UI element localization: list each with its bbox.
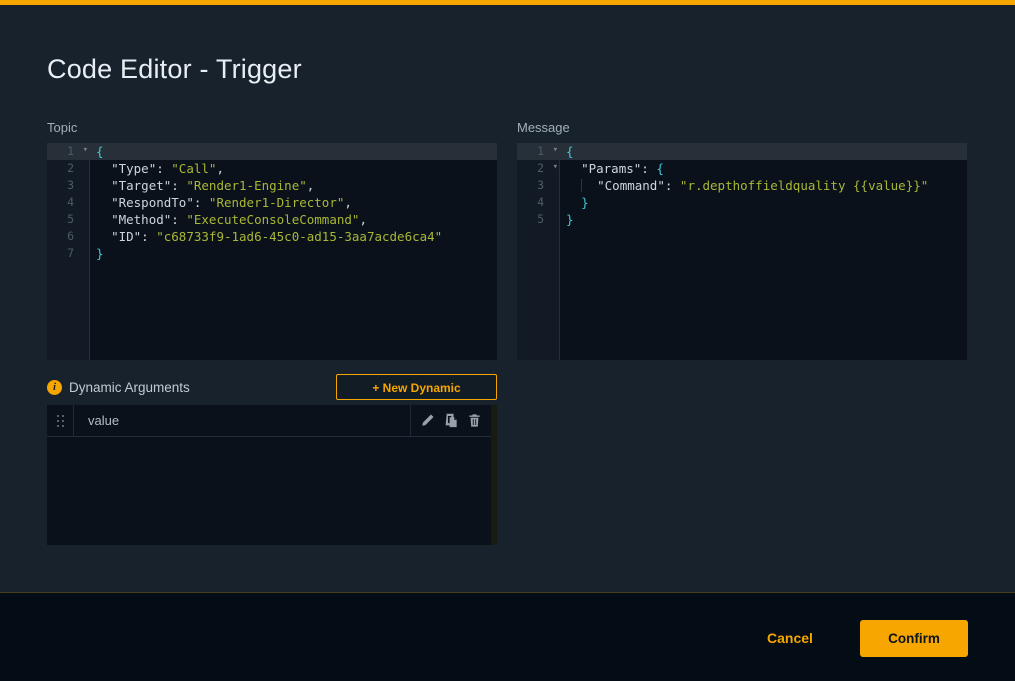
code-line[interactable]: 2 "Type": "Call",	[47, 160, 497, 177]
topic-code-editor[interactable]: 1▾{2 "Type": "Call",3 "Target": "Render1…	[47, 143, 497, 360]
cancel-button[interactable]: Cancel	[758, 629, 822, 647]
drag-handle-icon[interactable]	[47, 405, 74, 436]
message-code-editor[interactable]: 1▾{2▾ "Params": {3 "Command": "r.depthof…	[517, 143, 967, 360]
topic-label: Topic	[47, 120, 77, 135]
code-line[interactable]: 6 "ID": "c68733f9-1ad6-45c0-ad15-3aa7acd…	[47, 228, 497, 245]
edit-pencil-icon[interactable]	[420, 413, 435, 428]
fold-arrow-icon[interactable]: ▾	[553, 142, 558, 159]
code-line[interactable]: 1▾{	[517, 143, 967, 160]
line-number: 1▾	[47, 143, 90, 160]
row-actions	[410, 405, 491, 436]
line-number: 2▾	[517, 160, 560, 177]
message-label: Message	[517, 120, 570, 135]
code-text: }	[560, 194, 589, 211]
line-number: 7	[47, 245, 90, 262]
code-text: "Command": "r.depthoffieldquality {{valu…	[560, 177, 928, 194]
delete-trash-icon[interactable]	[467, 413, 482, 428]
page-title: Code Editor - Trigger	[47, 54, 302, 85]
line-number: 1▾	[517, 143, 560, 160]
code-text: "Type": "Call",	[90, 160, 224, 177]
dynamic-argument-name: value	[74, 405, 410, 436]
code-line[interactable]: 5}	[517, 211, 967, 228]
code-text: "Method": "ExecuteConsoleCommand",	[90, 211, 367, 228]
code-text: "Params": {	[560, 160, 664, 177]
line-number: 6	[47, 228, 90, 245]
code-editor-trigger-dialog: Code Editor - Trigger Topic Message 1▾{2…	[0, 0, 1015, 681]
line-number: 4	[517, 194, 560, 211]
code-text: "Target": "Render1-Engine",	[90, 177, 314, 194]
duplicate-copy-icon[interactable]	[444, 413, 459, 428]
fold-arrow-icon[interactable]: ▾	[83, 142, 88, 159]
code-line[interactable]: 4 "RespondTo": "Render1-Director",	[47, 194, 497, 211]
dynamic-arguments-heading: Dynamic Arguments	[69, 380, 190, 395]
dynamic-argument-row: value	[47, 405, 491, 437]
code-text: "RespondTo": "Render1-Director",	[90, 194, 352, 211]
code-line[interactable]: 3 "Command": "r.depthoffieldquality {{va…	[517, 177, 967, 194]
code-line[interactable]: 1▾{	[47, 143, 497, 160]
top-accent-bar	[0, 0, 1015, 5]
fold-arrow-icon[interactable]: ▾	[553, 159, 558, 176]
line-number: 5	[517, 211, 560, 228]
code-line[interactable]: 3 "Target": "Render1-Engine",	[47, 177, 497, 194]
line-number: 4	[47, 194, 90, 211]
code-text: {	[90, 143, 104, 160]
line-number: 3	[47, 177, 90, 194]
confirm-button[interactable]: Confirm	[860, 620, 968, 657]
line-number: 3	[517, 177, 560, 194]
line-number: 5	[47, 211, 90, 228]
code-text: }	[560, 211, 574, 228]
code-text: {	[560, 143, 574, 160]
code-line[interactable]: 5 "Method": "ExecuteConsoleCommand",	[47, 211, 497, 228]
new-dynamic-argument-button[interactable]: + New Dynamic Argument	[336, 374, 497, 400]
code-line[interactable]: 7}	[47, 245, 497, 262]
code-line[interactable]: 4 }	[517, 194, 967, 211]
code-text: "ID": "c68733f9-1ad6-45c0-ad15-3aa7acde6…	[90, 228, 442, 245]
code-line[interactable]: 2▾ "Params": {	[517, 160, 967, 177]
panel-scrollbar[interactable]	[491, 405, 497, 545]
code-text: }	[90, 245, 104, 262]
dynamic-arguments-panel: value	[47, 405, 497, 545]
line-number: 2	[47, 160, 90, 177]
info-icon: i	[47, 380, 62, 395]
